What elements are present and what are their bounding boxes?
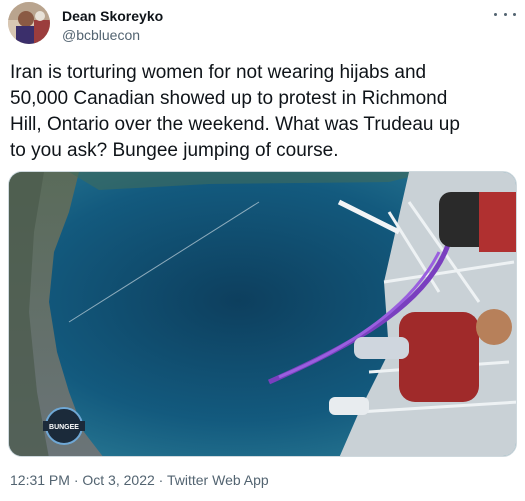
more-icon[interactable]: [494, 6, 516, 22]
more-dot: [513, 12, 516, 16]
tweet-time[interactable]: 12:31 PM: [10, 472, 70, 488]
meta-separator: ·: [69, 472, 83, 488]
avatar[interactable]: [8, 2, 50, 44]
author-handle[interactable]: @bcbluecon: [62, 27, 140, 43]
author-name[interactable]: Dean Skoreyko: [62, 8, 163, 24]
tweet-text: Iran is torturing women for not wearing …: [10, 62, 460, 161]
tweet-meta: 12:31 PM · Oct 3, 2022 · Twitter Web App: [10, 472, 269, 488]
tweet-source[interactable]: Twitter Web App: [167, 472, 269, 488]
meta-separator: ·: [154, 472, 167, 488]
more-dot: [503, 12, 507, 16]
watermark-text: BUNGEE: [49, 424, 79, 431]
tweet-date[interactable]: Oct 3, 2022: [82, 472, 154, 488]
media-image: BUNGEE: [9, 172, 516, 456]
more-dot: [494, 12, 497, 16]
tweet-media[interactable]: BUNGEE: [8, 171, 517, 457]
avatar-image: [8, 2, 50, 44]
